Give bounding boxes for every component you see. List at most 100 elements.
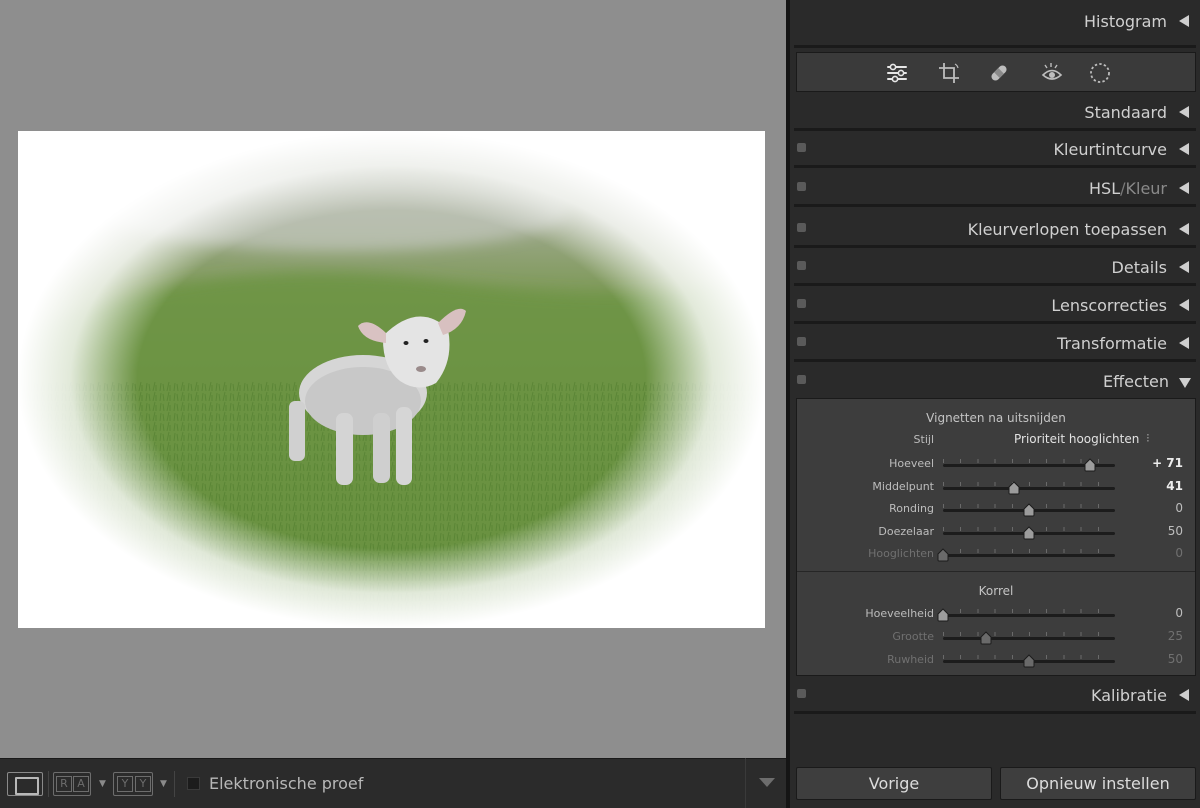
- before-after-ra-button[interactable]: R A: [53, 772, 91, 796]
- slider-ticks: [943, 481, 1115, 486]
- slider-value[interactable]: 50: [1168, 652, 1183, 666]
- slider-thumb[interactable]: [1023, 525, 1035, 540]
- section-title: Kleurverlopen toepassen: [967, 220, 1167, 239]
- grain-group-title: Korrel: [978, 584, 1014, 598]
- slider-label: Ronding: [889, 502, 934, 515]
- slider-ticks: [943, 549, 1115, 553]
- bottom-toolbar: R A ▼ Y Y ▼: [0, 758, 786, 808]
- style-label: Stijl: [913, 433, 934, 446]
- expand-triangle-icon: [1179, 378, 1191, 388]
- kleur-tab[interactable]: Kleur: [1126, 179, 1168, 198]
- slider-row-hoeveel: Hoeveel + 71: [797, 455, 1197, 475]
- develop-panel: Histogram Standaard Kleurtintcurve HSL/K…: [790, 0, 1200, 808]
- section-rule: [794, 245, 1196, 248]
- section-toggle-switch[interactable]: [797, 223, 806, 232]
- slider-track[interactable]: [943, 614, 1115, 617]
- chevron-down-icon[interactable]: ▼: [160, 779, 167, 789]
- collapse-triangle-icon: [1179, 223, 1189, 235]
- slider-value[interactable]: 41: [1166, 479, 1183, 493]
- slider-row-grootte: Grootte 25: [797, 628, 1197, 648]
- slider-value[interactable]: 0: [1175, 606, 1183, 620]
- slider-value[interactable]: + 71: [1152, 456, 1183, 470]
- toolbar-separator: [48, 771, 49, 797]
- slider-thumb[interactable]: [937, 608, 949, 622]
- loupe-view-button[interactable]: [7, 772, 43, 796]
- section-toggle-switch[interactable]: [797, 375, 806, 384]
- slider-thumb[interactable]: [1008, 480, 1020, 495]
- collapse-triangle-icon: [1179, 182, 1189, 194]
- section-effecten[interactable]: Effecten: [790, 364, 1200, 400]
- slider-thumb[interactable]: [1084, 458, 1096, 472]
- slider-label: Grootte: [892, 630, 934, 643]
- section-toggle-switch[interactable]: [797, 337, 806, 346]
- section-title: Details: [1111, 258, 1167, 277]
- collapse-triangle-icon: [1179, 106, 1189, 118]
- reset-button[interactable]: Opnieuw instellen: [1000, 767, 1196, 800]
- section-hsl[interactable]: HSL/Kleur: [790, 171, 1200, 207]
- before-after-yy-button[interactable]: Y Y: [113, 772, 153, 796]
- section-rule: [794, 359, 1196, 362]
- slider-thumb[interactable]: [937, 548, 949, 562]
- section-title: Kleurtintcurve: [1053, 140, 1167, 159]
- vignette-group-title: Vignetten na uitsnijden: [926, 411, 1066, 425]
- redeye-icon[interactable]: [1040, 61, 1064, 85]
- section-lenscorrecties[interactable]: Lenscorrecties: [790, 288, 1200, 324]
- toolbar-content-dropdown[interactable]: [745, 758, 786, 808]
- section-title: Transformatie: [1057, 334, 1167, 353]
- soft-proof-checkbox[interactable]: [187, 777, 200, 790]
- slider-label: Hoeveel: [889, 457, 934, 470]
- collapse-triangle-icon: [1179, 15, 1189, 27]
- previous-button[interactable]: Vorige: [796, 767, 992, 800]
- slider-track[interactable]: [943, 637, 1115, 640]
- mask-icon[interactable]: [1088, 61, 1112, 85]
- lamb-photo: [18, 131, 765, 628]
- photo-preview[interactable]: [18, 131, 765, 628]
- slider-value[interactable]: 25: [1168, 629, 1183, 643]
- section-title: Effecten: [1102, 372, 1169, 391]
- hsl-tab[interactable]: HSL: [1089, 179, 1120, 198]
- section-toggle-switch[interactable]: [797, 689, 806, 698]
- section-toggle-switch[interactable]: [797, 299, 806, 308]
- collapse-triangle-icon: [1179, 143, 1189, 155]
- slider-row-doezelaar: Doezelaar 50: [797, 523, 1197, 543]
- slider-label: Hooglichten: [868, 547, 934, 560]
- section-rule: [794, 45, 1196, 48]
- slider-thumb[interactable]: [980, 631, 992, 645]
- slider-track[interactable]: [943, 554, 1115, 557]
- section-title: HSL/Kleur: [1089, 179, 1167, 198]
- section-rule: [794, 204, 1196, 207]
- section-transformatie[interactable]: Transformatie: [790, 326, 1200, 362]
- slider-value[interactable]: 0: [1175, 501, 1183, 515]
- style-select[interactable]: Prioriteit hooglichten: [1014, 432, 1139, 446]
- healing-icon[interactable]: [987, 61, 1011, 85]
- updown-chevron-icon[interactable]: ⁝: [1146, 431, 1150, 445]
- section-toggle-switch[interactable]: [797, 143, 806, 152]
- slider-value[interactable]: 0: [1175, 546, 1183, 560]
- section-rule: [794, 711, 1196, 714]
- slider-thumb[interactable]: [1023, 503, 1035, 517]
- sliders-icon[interactable]: [885, 61, 909, 85]
- section-toggle-switch[interactable]: [797, 261, 806, 270]
- slider-value[interactable]: 50: [1168, 524, 1183, 538]
- view-letter: A: [73, 776, 89, 792]
- slider-label: Hoeveelheid: [865, 607, 934, 620]
- soft-proof-label: Elektronische proef: [209, 774, 364, 793]
- section-kalibratie[interactable]: Kalibratie: [790, 678, 1200, 714]
- section-rule: [794, 128, 1196, 131]
- vignette-style-row: Stijl Prioriteit hooglichten ⁝: [797, 431, 1197, 451]
- tool-strip: [796, 52, 1196, 92]
- chevron-down-icon[interactable]: ▼: [99, 779, 106, 789]
- section-kleurtintcurve[interactable]: Kleurtintcurve: [790, 132, 1200, 168]
- slider-row-hoeveelheid: Hoeveelheid 0: [797, 605, 1197, 625]
- section-histogram[interactable]: Histogram: [790, 4, 1200, 48]
- slider-track[interactable]: [943, 486, 1115, 490]
- section-kleurverlopen[interactable]: Kleurverlopen toepassen: [790, 212, 1200, 248]
- slider-thumb[interactable]: [1023, 654, 1035, 668]
- section-toggle-switch[interactable]: [797, 182, 806, 191]
- effects-panel-body: Vignetten na uitsnijden Stijl Prioriteit…: [796, 398, 1196, 676]
- crop-icon[interactable]: [937, 61, 961, 85]
- collapse-triangle-icon: [1179, 299, 1189, 311]
- section-standaard[interactable]: Standaard: [790, 95, 1200, 131]
- section-details[interactable]: Details: [790, 250, 1200, 286]
- slider-ticks: [943, 632, 1115, 636]
